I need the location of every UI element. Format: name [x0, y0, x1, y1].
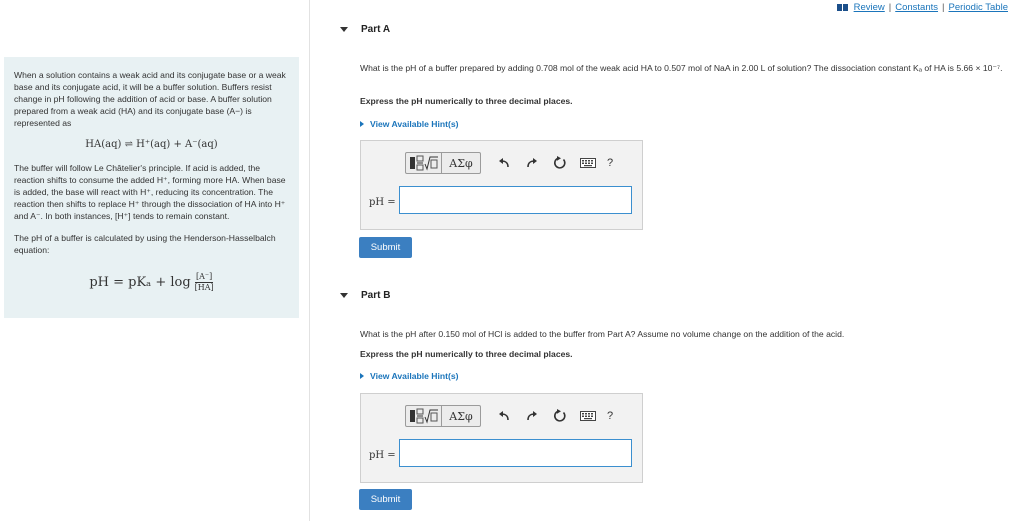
part-b-submit-button[interactable]: Submit	[359, 489, 412, 510]
part-a-question: What is the pH of a buffer prepared by a…	[360, 63, 1003, 73]
part-b-hint-label: View Available Hint(s)	[370, 371, 459, 381]
templates-icon	[409, 155, 438, 171]
periodic-table-link[interactable]: Periodic Table	[948, 2, 1008, 13]
constants-link[interactable]: Constants	[895, 2, 938, 13]
hh-fraction: [A⁻] [HA]	[195, 272, 214, 293]
intro-paragraph-2: The buffer will follow Le Châtelier's pr…	[14, 163, 286, 221]
part-b-answer-label: pH =	[369, 450, 396, 461]
part-b-answer-input[interactable]	[399, 439, 632, 467]
help-icon[interactable]: ?	[607, 157, 613, 169]
top-links: Review | Constants | Periodic Table	[836, 2, 1008, 13]
keyboard-icon[interactable]	[579, 154, 597, 172]
intro-paragraph-1: When a solution contains a weak acid and…	[14, 70, 286, 128]
templates-button[interactable]	[405, 405, 442, 427]
redo-icon[interactable]	[523, 154, 541, 172]
part-a-answer-label: pH =	[369, 197, 396, 208]
hint-arrow-icon	[360, 121, 364, 127]
part-b-header[interactable]: Part B	[340, 290, 390, 301]
part-b-instruction: Express the pH numerically to three deci…	[360, 349, 573, 359]
intro-paragraph-3: The pH of a buffer is calculated by usin…	[14, 233, 276, 255]
link-separator: |	[942, 2, 945, 13]
part-a-hint-link[interactable]: View Available Hint(s)	[360, 119, 459, 129]
reset-icon[interactable]	[551, 407, 569, 425]
equilibrium-equation: HA(aq) ⇌ H⁺(aq) + A⁻(aq)	[85, 139, 218, 150]
greek-symbols-button[interactable]: ΑΣφ	[442, 152, 481, 174]
templates-icon	[409, 408, 438, 424]
review-icon	[836, 4, 848, 11]
part-b-answer-box: ΑΣφ ? pH =	[360, 393, 643, 483]
hh-lhs: pH = pKₐ + log	[89, 275, 191, 290]
part-a-header[interactable]: Part A	[340, 24, 390, 35]
redo-icon[interactable]	[523, 407, 541, 425]
part-a-answer-input[interactable]	[399, 186, 632, 214]
part-b-toolbar: ΑΣφ ?	[405, 405, 613, 427]
reset-icon[interactable]	[551, 154, 569, 172]
part-a-hint-label: View Available Hint(s)	[370, 119, 459, 129]
expand-triangle-icon	[340, 27, 348, 32]
part-b-question: What is the pH after 0.150 mol of HCl is…	[360, 329, 845, 339]
keyboard-icon[interactable]	[579, 407, 597, 425]
intro-panel: When a solution contains a weak acid and…	[4, 57, 299, 318]
part-a-toolbar: ΑΣφ ?	[405, 152, 613, 174]
part-a-title: Part A	[361, 24, 391, 35]
part-b-hint-link[interactable]: View Available Hint(s)	[360, 371, 459, 381]
undo-icon[interactable]	[495, 154, 513, 172]
part-a-instruction: Express the pH numerically to three deci…	[360, 96, 573, 106]
part-a-answer-box: ΑΣφ ? pH =	[360, 140, 643, 230]
part-a-submit-button[interactable]: Submit	[359, 237, 412, 258]
templates-button[interactable]	[405, 152, 442, 174]
hh-denominator: [HA]	[194, 283, 214, 292]
undo-icon[interactable]	[495, 407, 513, 425]
part-b-title: Part B	[361, 290, 391, 301]
henderson-hasselbalch-equation: pH = pKₐ + log [A⁻] [HA]	[14, 272, 289, 293]
hint-arrow-icon	[360, 373, 364, 379]
link-separator: |	[888, 2, 892, 13]
review-link[interactable]: Review	[854, 2, 885, 13]
expand-triangle-icon	[340, 293, 348, 298]
greek-symbols-button[interactable]: ΑΣφ	[442, 405, 481, 427]
hh-numerator: [A⁻]	[195, 272, 214, 283]
column-divider	[309, 0, 310, 521]
help-icon[interactable]: ?	[607, 410, 613, 422]
